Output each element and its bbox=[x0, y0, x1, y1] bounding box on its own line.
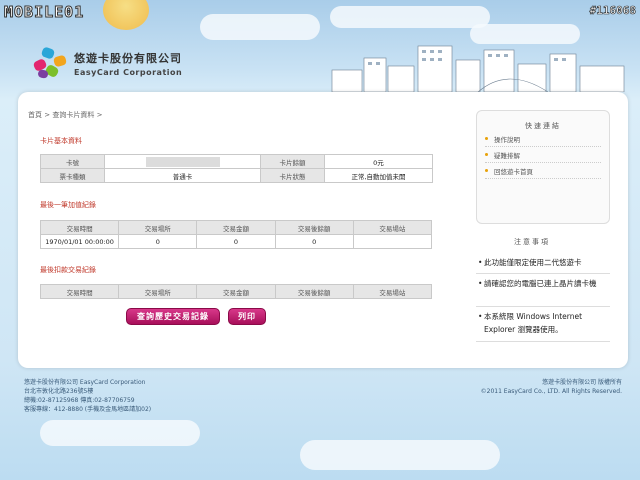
footer-line: 悠遊卡股份有限公司 EasyCard Corporation bbox=[24, 379, 146, 386]
card-number-value bbox=[104, 154, 261, 169]
column-header: 交易場所 bbox=[118, 220, 198, 235]
breadcrumb-separator: > bbox=[96, 111, 103, 119]
last-deduct-table: 交易時間 交易場所 交易金額 交易後餘額 交易場站 bbox=[39, 284, 433, 299]
card-status-value: 正常,自動加值未開 bbox=[324, 168, 433, 183]
footer-line: ©2011 EasyCard Co., LTD. All Rights Rese… bbox=[480, 388, 622, 395]
corp-name-english: EasyCard Corporation bbox=[74, 67, 183, 77]
column-header: 交易時間 bbox=[39, 284, 120, 299]
footer-line: 客服專線：412-8880 (手機及金馬地區請加02) bbox=[24, 406, 152, 413]
column-header: 交易金額 bbox=[196, 220, 276, 235]
column-header: 交易時間 bbox=[39, 220, 120, 235]
column-header: 交易場站 bbox=[352, 284, 433, 299]
quick-links-box: 快速連結 操作說明 疑難排解 回悠遊卡首頁 bbox=[476, 110, 610, 224]
column-header: 交易後餘額 bbox=[274, 284, 354, 299]
note-item: • 本系統限 Windows Internet Explorer 瀏覽器使用。 bbox=[476, 310, 610, 342]
watermark-id: #116068 bbox=[589, 4, 636, 18]
footer-line: 台北市敦化北路236號5樓 bbox=[24, 388, 94, 395]
table-row: 1970/01/01 00:00:00 0 0 0 bbox=[39, 234, 433, 249]
bullet-icon bbox=[485, 137, 488, 140]
note-item: • 請確認您的電腦已連上晶片讀卡機 bbox=[476, 277, 610, 307]
footer-line: 悠遊卡股份有限公司 版權所有 bbox=[542, 379, 622, 386]
table-header-row: 交易時間 交易場所 交易金額 交易後餘額 交易場站 bbox=[39, 284, 433, 299]
quick-link-home[interactable]: 回悠遊卡首頁 bbox=[485, 163, 601, 179]
footer-copyright: 悠遊卡股份有限公司 版權所有 ©2011 EasyCard Co., LTD. … bbox=[481, 378, 622, 396]
last-deduct-title: 最後扣款交易紀錄 bbox=[40, 266, 96, 274]
print-button[interactable]: 列印 bbox=[228, 308, 266, 325]
table-cell: 0 bbox=[196, 234, 276, 249]
breadcrumb-separator: > bbox=[44, 111, 51, 119]
column-header: 交易場站 bbox=[352, 220, 433, 235]
footer-line: 總機:02-87125968 傳真:02-87706759 bbox=[24, 397, 135, 404]
corp-name-chinese: 悠遊卡股份有限公司 bbox=[74, 51, 182, 65]
note-item: • 此功能僅限定使用二代悠遊卡 bbox=[476, 256, 610, 274]
card-number-label: 卡號 bbox=[40, 154, 105, 169]
header: MOBILE01 #116068 悠遊卡股份有限公司 EasyCard Corp… bbox=[0, 0, 640, 92]
table-cell: 0 bbox=[118, 234, 198, 249]
notes-title: 注意事項 bbox=[514, 238, 550, 246]
column-header: 交易場所 bbox=[118, 284, 198, 299]
city-skyline-illustration bbox=[331, 45, 625, 92]
last-topup-table: 交易時間 交易場所 交易金額 交易後餘額 交易場站 1970/01/01 00:… bbox=[39, 220, 433, 249]
query-history-button[interactable]: 查詢歷史交易記錄 bbox=[126, 308, 220, 325]
card-type-label: 票卡種類 bbox=[40, 168, 105, 183]
column-header: 交易金額 bbox=[196, 284, 276, 299]
redacted-card-number bbox=[145, 156, 220, 167]
breadcrumb-home-link[interactable]: 首頁 bbox=[28, 111, 42, 119]
bullet-icon: • bbox=[478, 258, 483, 267]
balance-label: 卡片餘額 bbox=[260, 154, 325, 169]
bullet-icon: • bbox=[478, 279, 483, 288]
card-info-table: 卡號 卡片餘額 0元 票卡種類 普通卡 卡片狀態 正常,自動加值未開 bbox=[40, 154, 433, 183]
easycard-logo-icon bbox=[30, 46, 70, 80]
bullet-icon bbox=[485, 153, 488, 156]
bullet-icon bbox=[485, 169, 488, 172]
quick-link-instructions[interactable]: 操作說明 bbox=[485, 131, 601, 147]
cloud bbox=[300, 440, 500, 470]
card-status-label: 卡片狀態 bbox=[260, 168, 325, 183]
column-header: 交易後餘額 bbox=[274, 220, 354, 235]
card-info-title: 卡片基本資料 bbox=[40, 137, 82, 145]
table-cell: 0 bbox=[274, 234, 354, 249]
table-cell bbox=[352, 234, 433, 249]
main-panel: 首頁 > 查詢卡片資料 > 卡片基本資料 卡號 卡片餘額 0元 票卡種類 普通卡… bbox=[18, 92, 628, 368]
mobile01-logo: MOBILE01 bbox=[3, 3, 85, 22]
quick-links-title: 快速連結 bbox=[525, 122, 561, 130]
table-header-row: 交易時間 交易場所 交易金額 交易後餘額 交易場站 bbox=[39, 220, 433, 235]
easycard-logo[interactable]: 悠遊卡股份有限公司 EasyCard Corporation bbox=[30, 46, 182, 80]
table-row: 票卡種類 普通卡 卡片狀態 正常,自動加值未開 bbox=[40, 168, 433, 183]
breadcrumb-current-page: 查詢卡片資料 bbox=[52, 111, 95, 119]
cloud bbox=[40, 420, 200, 446]
balance-value: 0元 bbox=[324, 154, 433, 169]
last-topup-title: 最後一筆加值紀錄 bbox=[40, 201, 96, 209]
bullet-icon: • bbox=[478, 312, 483, 321]
sun-decoration bbox=[103, 0, 149, 30]
breadcrumb: 首頁 > 查詢卡片資料 > bbox=[28, 110, 102, 120]
table-cell: 1970/01/01 00:00:00 bbox=[39, 234, 120, 249]
footer-contact: 悠遊卡股份有限公司 EasyCard Corporation 台北市敦化北路23… bbox=[24, 378, 151, 414]
table-row: 卡號 卡片餘額 0元 bbox=[40, 154, 433, 169]
card-type-value: 普通卡 bbox=[104, 168, 261, 183]
quick-link-troubleshooting[interactable]: 疑難排解 bbox=[485, 147, 601, 163]
